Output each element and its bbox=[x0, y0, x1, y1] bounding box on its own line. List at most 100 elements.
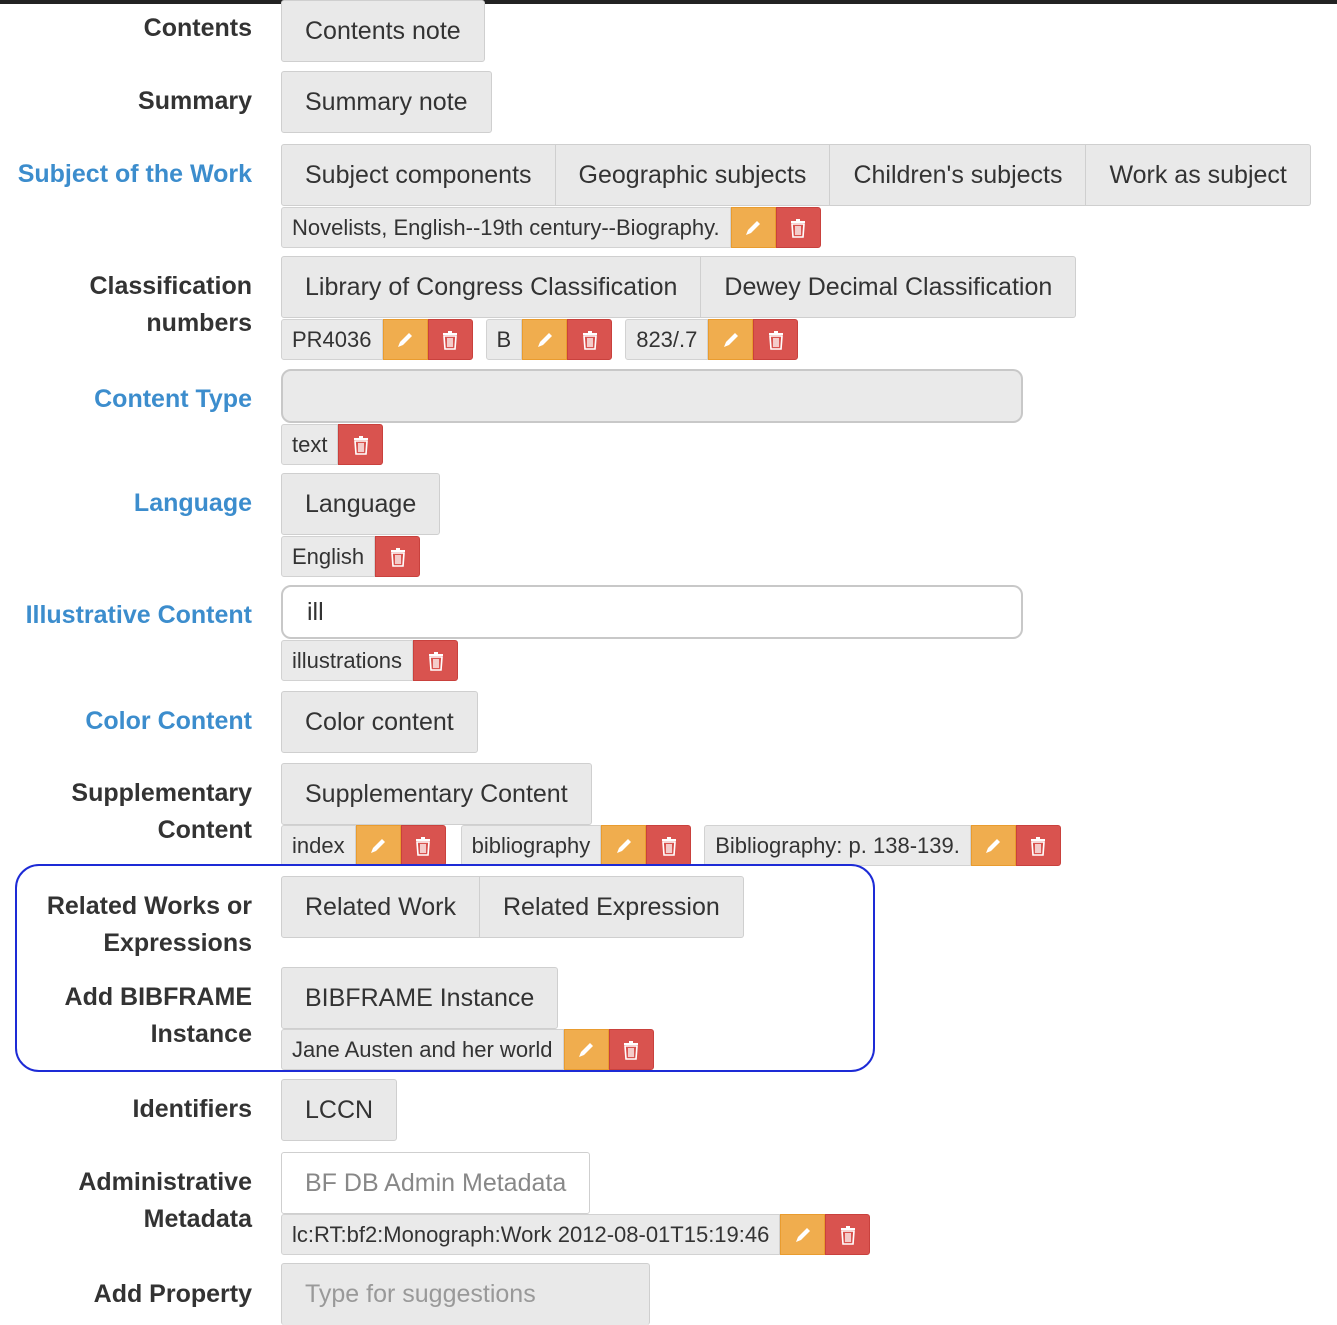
lcc-button[interactable]: Library of Congress Classification bbox=[281, 256, 702, 318]
chip-group: Jane Austen and her world bbox=[281, 1029, 654, 1070]
content-type-chips: text bbox=[281, 424, 393, 465]
admin-chips: lc:RT:bf2:Monograph:Work 2012-08-01T15:1… bbox=[281, 1214, 880, 1255]
chip-group: bibliography bbox=[460, 825, 692, 866]
supplementary-chip: Bibliography: p. 138-139. bbox=[704, 825, 971, 866]
pencil-icon[interactable] bbox=[708, 319, 754, 360]
label-subject[interactable]: Subject of the Work bbox=[18, 156, 252, 193]
summary-note-button[interactable]: Summary note bbox=[281, 71, 492, 133]
identifiers-group: LCCN bbox=[281, 1079, 398, 1141]
language-chips: English bbox=[281, 536, 430, 577]
illustrative-chip: illustrations bbox=[281, 640, 414, 681]
chip-group: lc:RT:bf2:Monograph:Work 2012-08-01T15:1… bbox=[281, 1214, 871, 1255]
trash-icon[interactable] bbox=[413, 640, 459, 681]
add-property-input[interactable]: Type for suggestions bbox=[281, 1263, 650, 1325]
supplementary-content-button[interactable]: Supplementary Content bbox=[281, 763, 592, 825]
pencil-icon[interactable] bbox=[355, 825, 401, 866]
add-property-group: Type for suggestions bbox=[281, 1263, 650, 1325]
label-classification-2: numbers bbox=[146, 309, 252, 337]
admin-group: BF DB Admin Metadata bbox=[281, 1152, 591, 1214]
related-work-button[interactable]: Related Work bbox=[281, 876, 480, 938]
pencil-icon[interactable] bbox=[730, 207, 776, 248]
childrens-subjects-button[interactable]: Children's subjects bbox=[830, 144, 1087, 206]
related-expression-button[interactable]: Related Expression bbox=[480, 876, 744, 938]
label-add-bibframe-1: Add BIBFRAME bbox=[64, 983, 252, 1011]
pencil-icon[interactable] bbox=[563, 1029, 609, 1070]
summary-group: Summary note bbox=[281, 71, 492, 133]
bf-db-admin-button[interactable]: BF DB Admin Metadata bbox=[281, 1152, 591, 1214]
label-illustrative[interactable]: Illustrative Content bbox=[26, 597, 252, 634]
bibframe-instance-button[interactable]: BIBFRAME Instance bbox=[281, 967, 559, 1029]
content-type-chip: text bbox=[281, 424, 339, 465]
classification-chip: B bbox=[485, 319, 523, 360]
label-supplementary-2: Content bbox=[157, 816, 252, 844]
subject-chip: Novelists, English--19th century--Biogra… bbox=[281, 207, 731, 248]
label-color-content[interactable]: Color Content bbox=[85, 703, 252, 740]
language-group: Language bbox=[281, 473, 441, 535]
chip-group: index bbox=[281, 825, 446, 866]
label-supplementary-1: Supplementary bbox=[71, 779, 252, 807]
subject-components-button[interactable]: Subject components bbox=[281, 144, 556, 206]
chip-group: Novelists, English--19th century--Biogra… bbox=[281, 207, 821, 248]
ddc-button[interactable]: Dewey Decimal Classification bbox=[701, 256, 1077, 318]
top-border bbox=[0, 0, 1337, 4]
contents-note-button[interactable]: Contents note bbox=[281, 0, 485, 62]
trash-icon[interactable] bbox=[427, 319, 473, 360]
label-language[interactable]: Language bbox=[134, 485, 252, 522]
label-add-bibframe-2: Instance bbox=[150, 1020, 252, 1048]
color-content-button[interactable]: Color content bbox=[281, 691, 478, 753]
chip-group: English bbox=[281, 536, 421, 577]
work-as-subject-button[interactable]: Work as subject bbox=[1086, 144, 1311, 206]
pencil-icon[interactable] bbox=[522, 319, 568, 360]
label-admin-2: Metadata bbox=[143, 1205, 252, 1233]
related-button-group: Related Work Related Expression bbox=[281, 876, 744, 938]
supplementary-chip: index bbox=[281, 825, 356, 866]
supplementary-chip: bibliography bbox=[460, 825, 602, 866]
chip-group: 823/.7 bbox=[625, 319, 799, 360]
label-contents: Contents bbox=[143, 14, 252, 42]
pencil-icon[interactable] bbox=[382, 319, 428, 360]
chip-group: text bbox=[281, 424, 384, 465]
label-related-2: Expressions bbox=[103, 929, 252, 957]
trash-icon[interactable] bbox=[567, 319, 613, 360]
subject-button-group: Subject components Geographic subjects C… bbox=[281, 144, 1311, 206]
language-button[interactable]: Language bbox=[281, 473, 441, 535]
illustrative-input[interactable]: ill bbox=[281, 585, 1023, 639]
label-identifiers: Identifiers bbox=[132, 1095, 252, 1123]
content-type-input[interactable] bbox=[281, 369, 1023, 423]
illustrative-chips: illustrations bbox=[281, 640, 468, 681]
trash-icon[interactable] bbox=[775, 207, 821, 248]
pencil-icon[interactable] bbox=[601, 825, 647, 866]
trash-icon[interactable] bbox=[338, 424, 384, 465]
label-content-type[interactable]: Content Type bbox=[94, 381, 252, 418]
trash-icon[interactable] bbox=[1015, 825, 1061, 866]
supplementary-chips: index bibliography Bibliography: p. 138-… bbox=[281, 825, 1071, 866]
lccn-button[interactable]: LCCN bbox=[281, 1079, 398, 1141]
label-admin-1: Administrative bbox=[78, 1168, 252, 1196]
color-group: Color content bbox=[281, 691, 478, 753]
trash-icon[interactable] bbox=[375, 536, 421, 577]
trash-icon[interactable] bbox=[646, 825, 692, 866]
classification-chip: 823/.7 bbox=[625, 319, 709, 360]
chip-group: PR4036 bbox=[281, 319, 473, 360]
instance-chips: Jane Austen and her world bbox=[281, 1029, 664, 1070]
classification-chips: PR4036 B 823/.7 bbox=[281, 319, 808, 360]
admin-chip: lc:RT:bf2:Monograph:Work 2012-08-01T15:1… bbox=[281, 1214, 781, 1255]
trash-icon[interactable] bbox=[400, 825, 446, 866]
contents-group: Contents note bbox=[281, 0, 485, 62]
chip-group: B bbox=[485, 319, 613, 360]
geographic-subjects-button[interactable]: Geographic subjects bbox=[555, 144, 831, 206]
label-related-1: Related Works or bbox=[46, 892, 252, 920]
instance-chip: Jane Austen and her world bbox=[281, 1029, 564, 1070]
label-summary: Summary bbox=[138, 87, 252, 115]
chip-group: illustrations bbox=[281, 640, 459, 681]
trash-icon[interactable] bbox=[753, 319, 799, 360]
label-add-property: Add Property bbox=[93, 1280, 252, 1308]
pencil-icon[interactable] bbox=[780, 1214, 826, 1255]
bibframe-group: BIBFRAME Instance bbox=[281, 967, 559, 1029]
chip-group: Bibliography: p. 138-139. bbox=[704, 825, 1061, 866]
pencil-icon[interactable] bbox=[970, 825, 1016, 866]
trash-icon[interactable] bbox=[825, 1214, 871, 1255]
label-classification-1: Classification bbox=[89, 272, 252, 300]
subject-chips: Novelists, English--19th century--Biogra… bbox=[281, 207, 831, 248]
trash-icon[interactable] bbox=[608, 1029, 654, 1070]
